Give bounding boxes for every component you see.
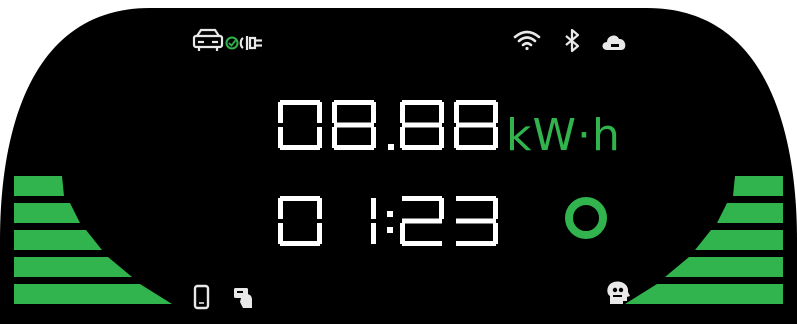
digit-segment: [278, 223, 283, 244]
digit-segment: [454, 102, 459, 123]
digit-segment: [334, 122, 374, 128]
digit-segment: [280, 145, 320, 150]
digit-segment: [278, 102, 283, 123]
digit-segment: [439, 198, 444, 219]
digit-segment: [402, 122, 442, 128]
digit-segment: [402, 218, 442, 224]
digit-segment: [456, 196, 496, 201]
digit-segment: [371, 127, 376, 148]
digit-segment: [456, 122, 496, 128]
digit-segment: [456, 218, 496, 224]
charge-bar: [14, 203, 80, 223]
digit-segment: [402, 145, 442, 150]
digit-segment: [280, 100, 320, 105]
charge-bar: [733, 176, 783, 196]
digit-segment: [402, 241, 442, 246]
digit-segment: [456, 241, 496, 246]
digit-segment: [454, 127, 459, 148]
digit-segment: [317, 223, 322, 244]
digit-segment: [278, 127, 283, 148]
digit-segment: [334, 100, 374, 105]
digit-segment: [493, 102, 498, 123]
digit-segment: [387, 211, 393, 217]
digit-segment: [493, 127, 498, 148]
lcd-panel: kW·h: [0, 8, 797, 324]
digit-segment: [493, 198, 498, 219]
digit-segment: [371, 102, 376, 123]
digit-segment: [317, 127, 322, 148]
digit-segment: [456, 100, 496, 105]
digit-segment: [456, 145, 496, 150]
digit-segment: [280, 196, 320, 201]
digit-segment: [280, 241, 320, 246]
digit-segment: [334, 145, 374, 150]
digit-segment: [402, 100, 442, 105]
digit-segment: [439, 127, 444, 148]
digit-segment: [317, 198, 322, 219]
digit-segment: [332, 127, 337, 148]
digit-segment: [317, 102, 322, 123]
charge-bar: [14, 176, 64, 196]
digit-segment: [439, 102, 444, 123]
digit-segment: [400, 102, 405, 123]
digit-segment: [388, 144, 394, 150]
digit-segment: [400, 127, 405, 148]
charger-lcd-display: 08.88 01:23: [0, 0, 797, 324]
digit-segment: [278, 198, 283, 219]
energy-unit-label: kW·h: [506, 110, 621, 161]
charge-bar: [717, 203, 783, 223]
digit-segment: [387, 227, 393, 233]
digit-segment: [402, 196, 442, 201]
digit-segment: [493, 223, 498, 244]
digit-segment: [400, 223, 405, 244]
digit-segment: [332, 102, 337, 123]
digit-segment: [371, 198, 376, 219]
digit-segment: [371, 223, 376, 244]
